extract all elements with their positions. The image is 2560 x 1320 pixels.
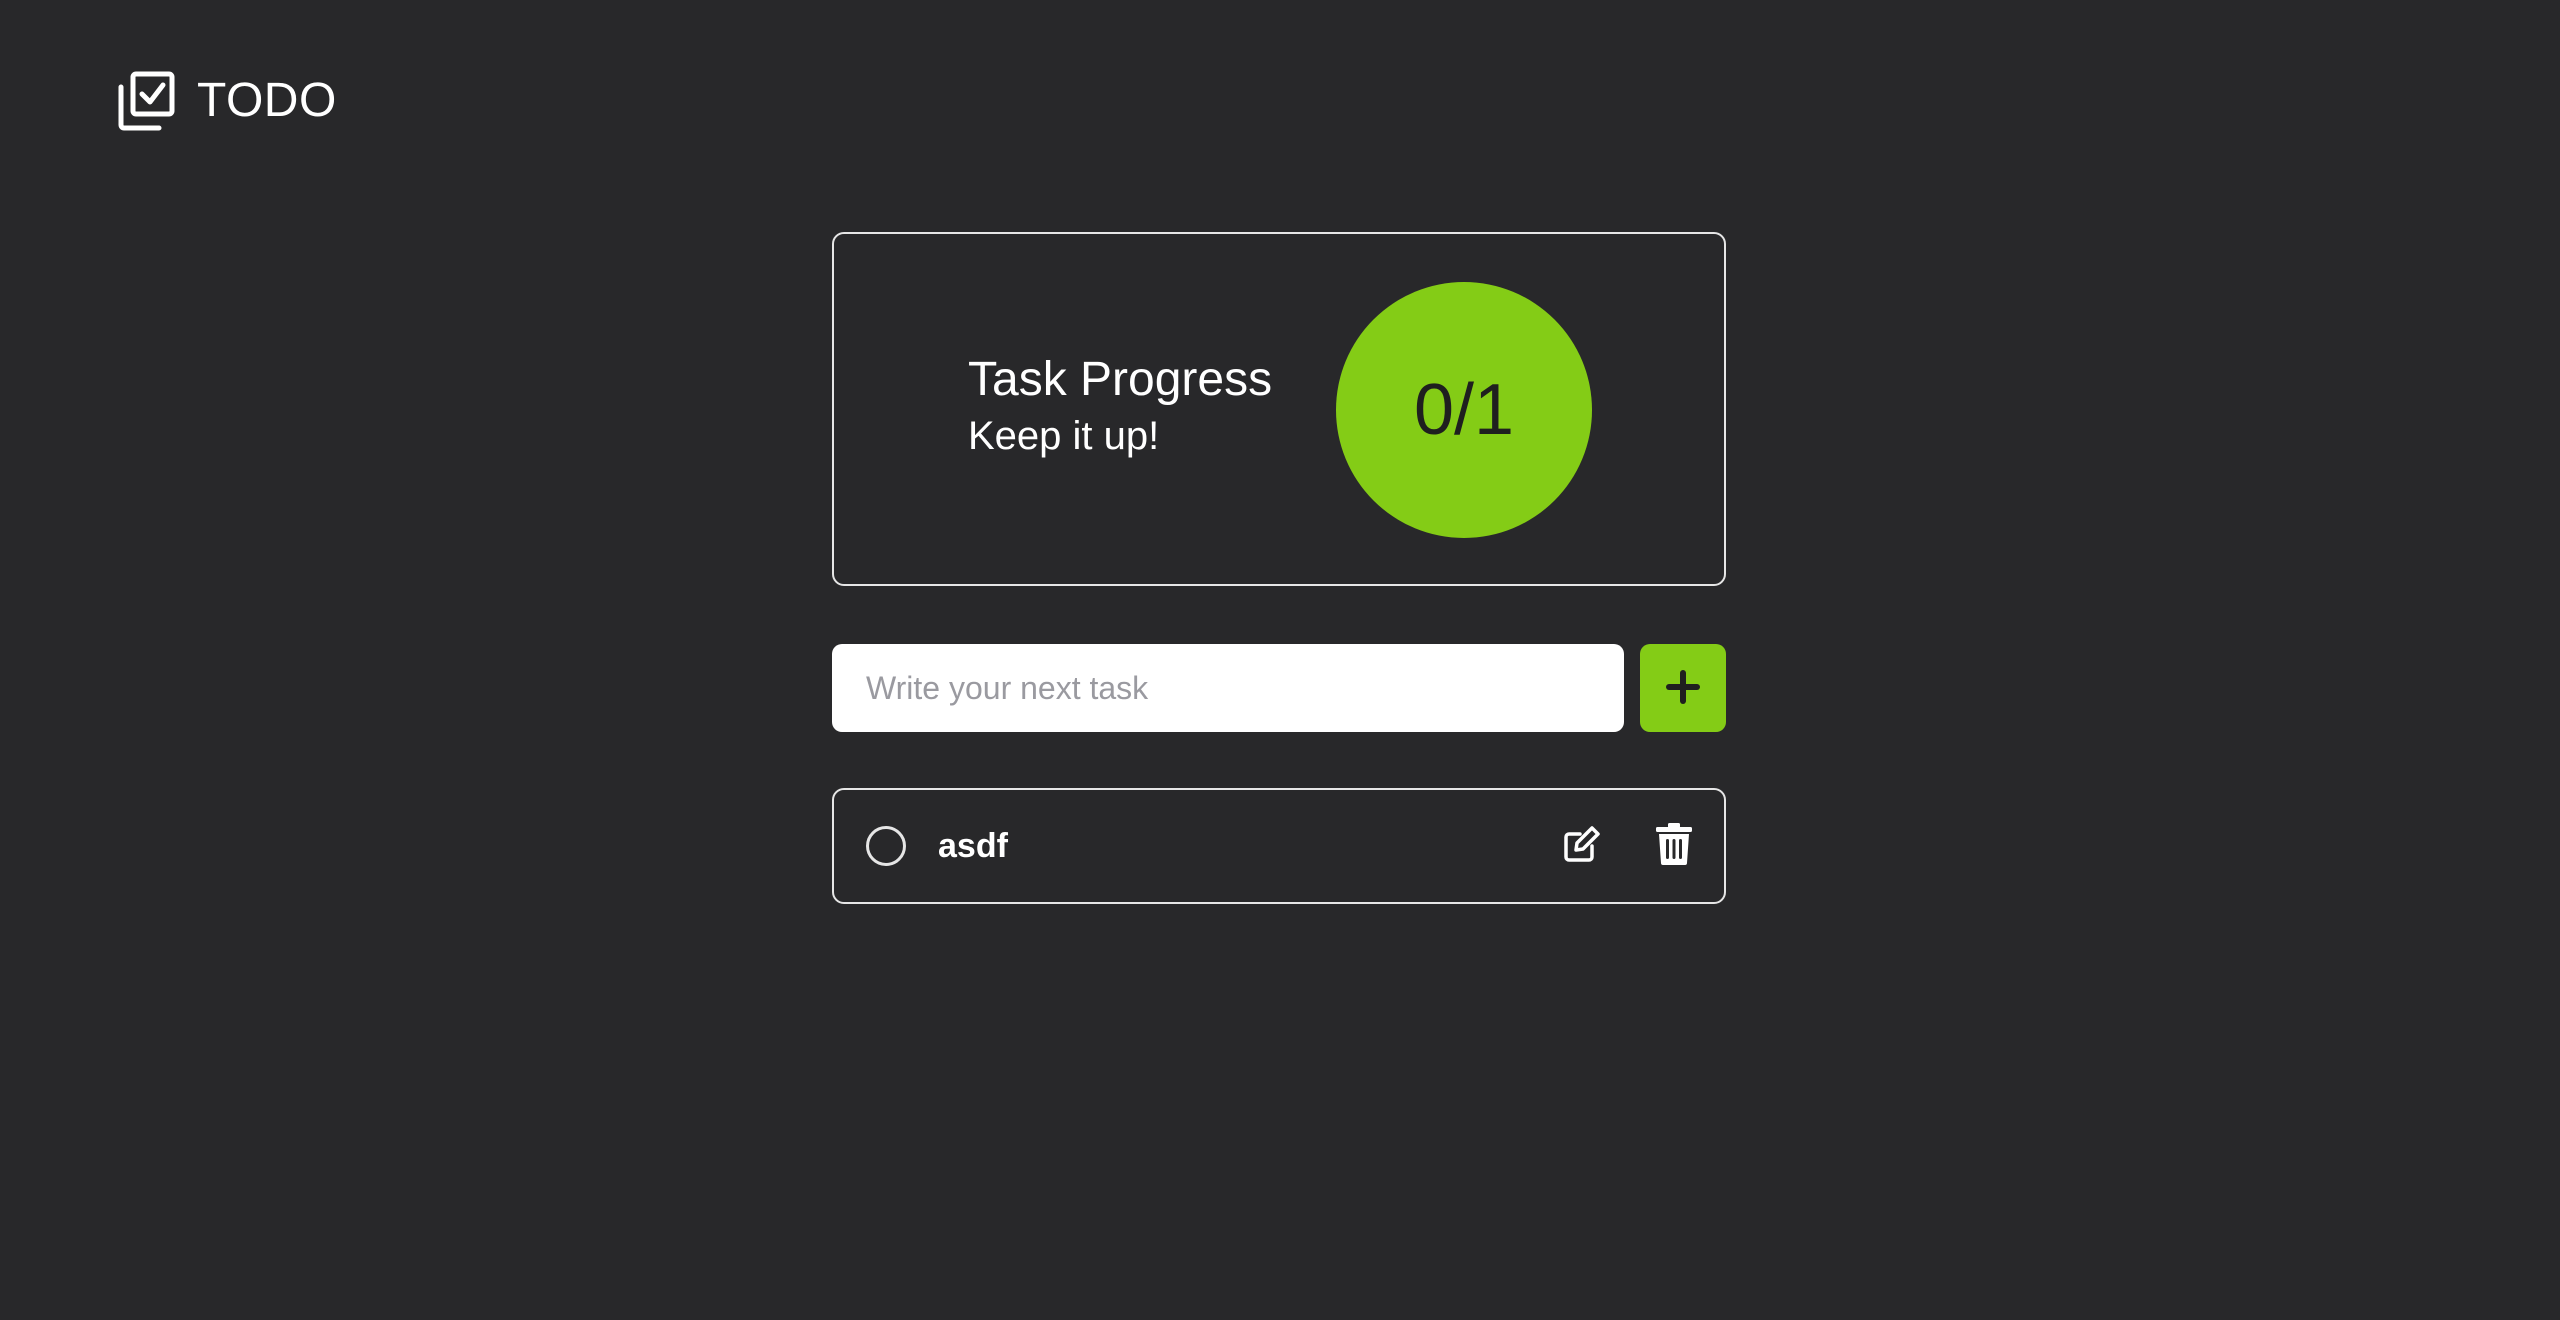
- edit-task-button[interactable]: [1560, 824, 1604, 868]
- task-complete-checkbox[interactable]: [866, 826, 906, 866]
- progress-subtitle: Keep it up!: [968, 414, 1160, 458]
- task-input[interactable]: [832, 644, 1624, 732]
- progress-card: Task Progress Keep it up! 0/1: [832, 232, 1726, 586]
- edit-icon: [1562, 824, 1602, 869]
- app-title: TODO: [197, 73, 337, 127]
- task-label: asdf: [938, 827, 1008, 865]
- progress-counter: 0/1: [1336, 282, 1592, 538]
- plus-icon: [1665, 669, 1701, 708]
- progress-title: Task Progress: [968, 353, 1273, 406]
- app-header: TODO: [117, 68, 337, 132]
- trash-icon: [1656, 822, 1692, 870]
- task-item: asdf: [832, 788, 1726, 904]
- checklist-icon: [117, 69, 177, 131]
- task-form: [832, 644, 1726, 732]
- progress-text: Task Progress Keep it up!: [968, 352, 1272, 464]
- delete-task-button[interactable]: [1652, 822, 1696, 870]
- add-task-button[interactable]: [1640, 644, 1726, 732]
